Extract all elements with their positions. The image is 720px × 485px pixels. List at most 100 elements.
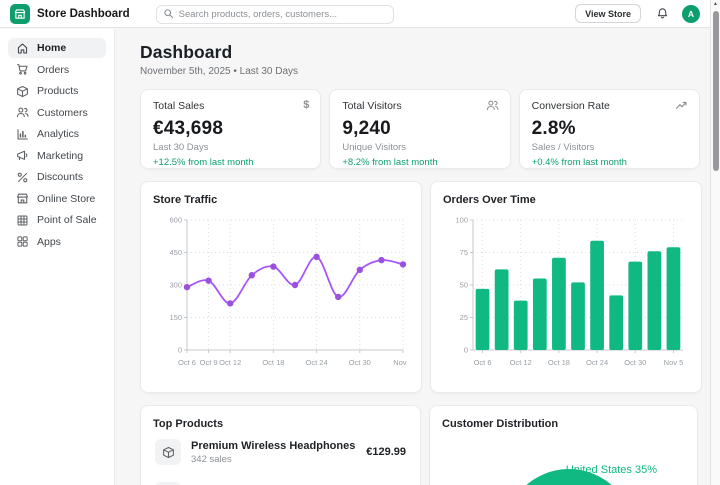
svg-text:75: 75 [460, 248, 468, 257]
search-input[interactable] [155, 4, 394, 24]
sidebar-item-label: Orders [37, 63, 70, 76]
package-icon [162, 446, 174, 458]
chart-title: Orders Over Time [443, 194, 536, 206]
apps-grid-icon [17, 236, 28, 247]
svg-text:100: 100 [455, 216, 468, 225]
avatar[interactable]: A [682, 4, 700, 23]
stat-value: 2.8% [531, 118, 576, 139]
orders-over-time-card: Orders Over Time 0 25 50 75 100 Oct 6 Oct 12 Oc… [430, 181, 702, 393]
scrollbar-thumb[interactable] [713, 11, 719, 171]
svg-text:0: 0 [178, 346, 182, 355]
page-title: Dashboard [140, 42, 233, 62]
home-icon [17, 43, 28, 53]
charts-row: Store Traffic 0 150 300 450 600 Oct 6 Oct 9 Oct… [140, 181, 702, 393]
search-wrap [155, 4, 394, 24]
sidebar-item-label: Products [37, 85, 79, 97]
trending-up-icon [675, 99, 688, 117]
scroll-up-arrow-icon[interactable]: ▲ [711, 0, 720, 9]
page-subtitle: November 5th, 2025 • Last 30 Days [140, 66, 299, 77]
sidebar: Home Orders Products Customers Analytics… [0, 29, 115, 485]
stat-sub: Last 30 Days [153, 142, 209, 153]
store-traffic-line-chart: 0 150 300 450 600 Oct 6 Oct 9 Oct 12 Oct 18 Oct 2… [169, 216, 409, 368]
stat-sub: Sales / Visitors [531, 142, 595, 153]
chart-title: Store Traffic [153, 194, 218, 206]
card-title: Top Products [153, 418, 224, 430]
stat-card-total-visitors: Total Visitors 9,240 Unique Visitors +8.… [329, 89, 511, 169]
notifications-button[interactable] [656, 7, 669, 20]
svg-text:150: 150 [169, 313, 182, 322]
megaphone-icon [17, 150, 28, 161]
svg-text:450: 450 [169, 248, 182, 257]
bell-icon [657, 8, 668, 19]
svg-text:Oct 9: Oct 9 [200, 358, 218, 367]
stat-delta: +0.4% from last month [531, 157, 627, 168]
customer-distribution-pie-chart: United States 35% [442, 430, 685, 485]
sidebar-item-label: Customers [37, 106, 88, 119]
product-name: Premium Wireless Headphones [191, 439, 356, 452]
sidebar-item-apps[interactable]: Apps [8, 232, 106, 252]
product-row[interactable]: Leather Backpack €89.99 [153, 473, 408, 485]
svg-text:50: 50 [460, 281, 468, 290]
sidebar-item-label: Apps [37, 235, 61, 248]
stat-label: Conversion Rate [531, 100, 610, 112]
svg-text:Oct 24: Oct 24 [586, 358, 608, 367]
stat-card-conversion-rate: Conversion Rate 2.8% Sales / Visitors +0… [518, 89, 700, 169]
sidebar-item-customers[interactable]: Customers [8, 103, 106, 123]
top-products-card: Top Products Premium Wireless Headphones… [140, 405, 421, 485]
svg-text:Oct 18: Oct 18 [548, 358, 570, 367]
stat-delta: +12.5% from last month [153, 157, 254, 168]
package-icon [17, 85, 28, 97]
sidebar-item-label: Marketing [37, 149, 84, 162]
view-store-button[interactable]: View Store [575, 4, 641, 23]
percent-icon [17, 172, 28, 182]
product-price: €129.99 [366, 446, 406, 458]
product-row[interactable]: Premium Wireless Headphones 342 sales €1… [153, 430, 408, 473]
stat-label: Total Visitors [342, 100, 402, 112]
app-title: Store Dashboard [37, 7, 130, 20]
product-sales: 342 sales [191, 453, 232, 465]
svg-text:Oct 24: Oct 24 [306, 358, 328, 367]
svg-text:25: 25 [460, 313, 468, 322]
top-bar: Store Dashboard View Store A [0, 0, 710, 28]
svg-text:Oct 30: Oct 30 [349, 358, 371, 367]
search-icon [164, 9, 173, 19]
sidebar-item-label: Home [37, 42, 67, 54]
sidebar-item-discounts[interactable]: Discounts [8, 167, 106, 187]
users-icon [486, 99, 499, 117]
svg-text:Oct 12: Oct 12 [219, 358, 241, 367]
grid-icon [17, 215, 28, 225]
svg-text:0: 0 [464, 346, 468, 355]
storefront-icon [14, 8, 26, 19]
sidebar-item-label: Point of Sale [37, 214, 97, 226]
dollar-icon: $ [303, 99, 310, 111]
card-title: Customer Distribution [442, 418, 559, 430]
stat-delta: +8.2% from last month [342, 157, 438, 168]
cart-icon [17, 64, 28, 75]
svg-text:Oct 18: Oct 18 [262, 358, 284, 367]
users-icon [16, 107, 29, 118]
sidebar-item-home[interactable]: Home [8, 38, 106, 58]
sidebar-item-analytics[interactable]: Analytics [8, 124, 106, 144]
stat-value: 9,240 [342, 118, 391, 139]
svg-text:Oct 6: Oct 6 [474, 358, 492, 367]
sidebar-item-label: Online Store [37, 192, 96, 205]
bar-chart-icon [17, 128, 28, 139]
sidebar-item-marketing[interactable]: Marketing [8, 146, 106, 166]
svg-text:Nov 5: Nov 5 [664, 358, 684, 367]
sidebar-item-products[interactable]: Products [8, 81, 106, 101]
orders-bar-chart: 0 25 50 75 100 Oct 6 Oct 12 Oct 18 Oct 24 Oct 30 N… [455, 216, 684, 368]
app-logo[interactable] [10, 3, 30, 24]
stat-label: Total Sales [153, 100, 205, 112]
sidebar-item-online-store[interactable]: Online Store [8, 189, 106, 209]
sidebar-item-label: Analytics [37, 128, 80, 140]
storefront-icon [17, 193, 28, 204]
main-content: Dashboard November 5th, 2025 • Last 30 D… [116, 29, 710, 485]
vertical-scrollbar[interactable]: ▲ [710, 0, 720, 485]
sidebar-item-orders[interactable]: Orders [8, 60, 106, 80]
stat-card-total-sales: Total Sales $ €43,698 Last 30 Days +12.5… [140, 89, 322, 169]
sidebar-item-point-of-sale[interactable]: Point of Sale [8, 210, 106, 230]
bottom-row: Top Products Premium Wireless Headphones… [140, 405, 700, 485]
customer-distribution-card: Customer Distribution United States 35% [429, 405, 698, 485]
svg-text:Oct 30: Oct 30 [624, 358, 646, 367]
product-thumbnail [155, 439, 181, 465]
